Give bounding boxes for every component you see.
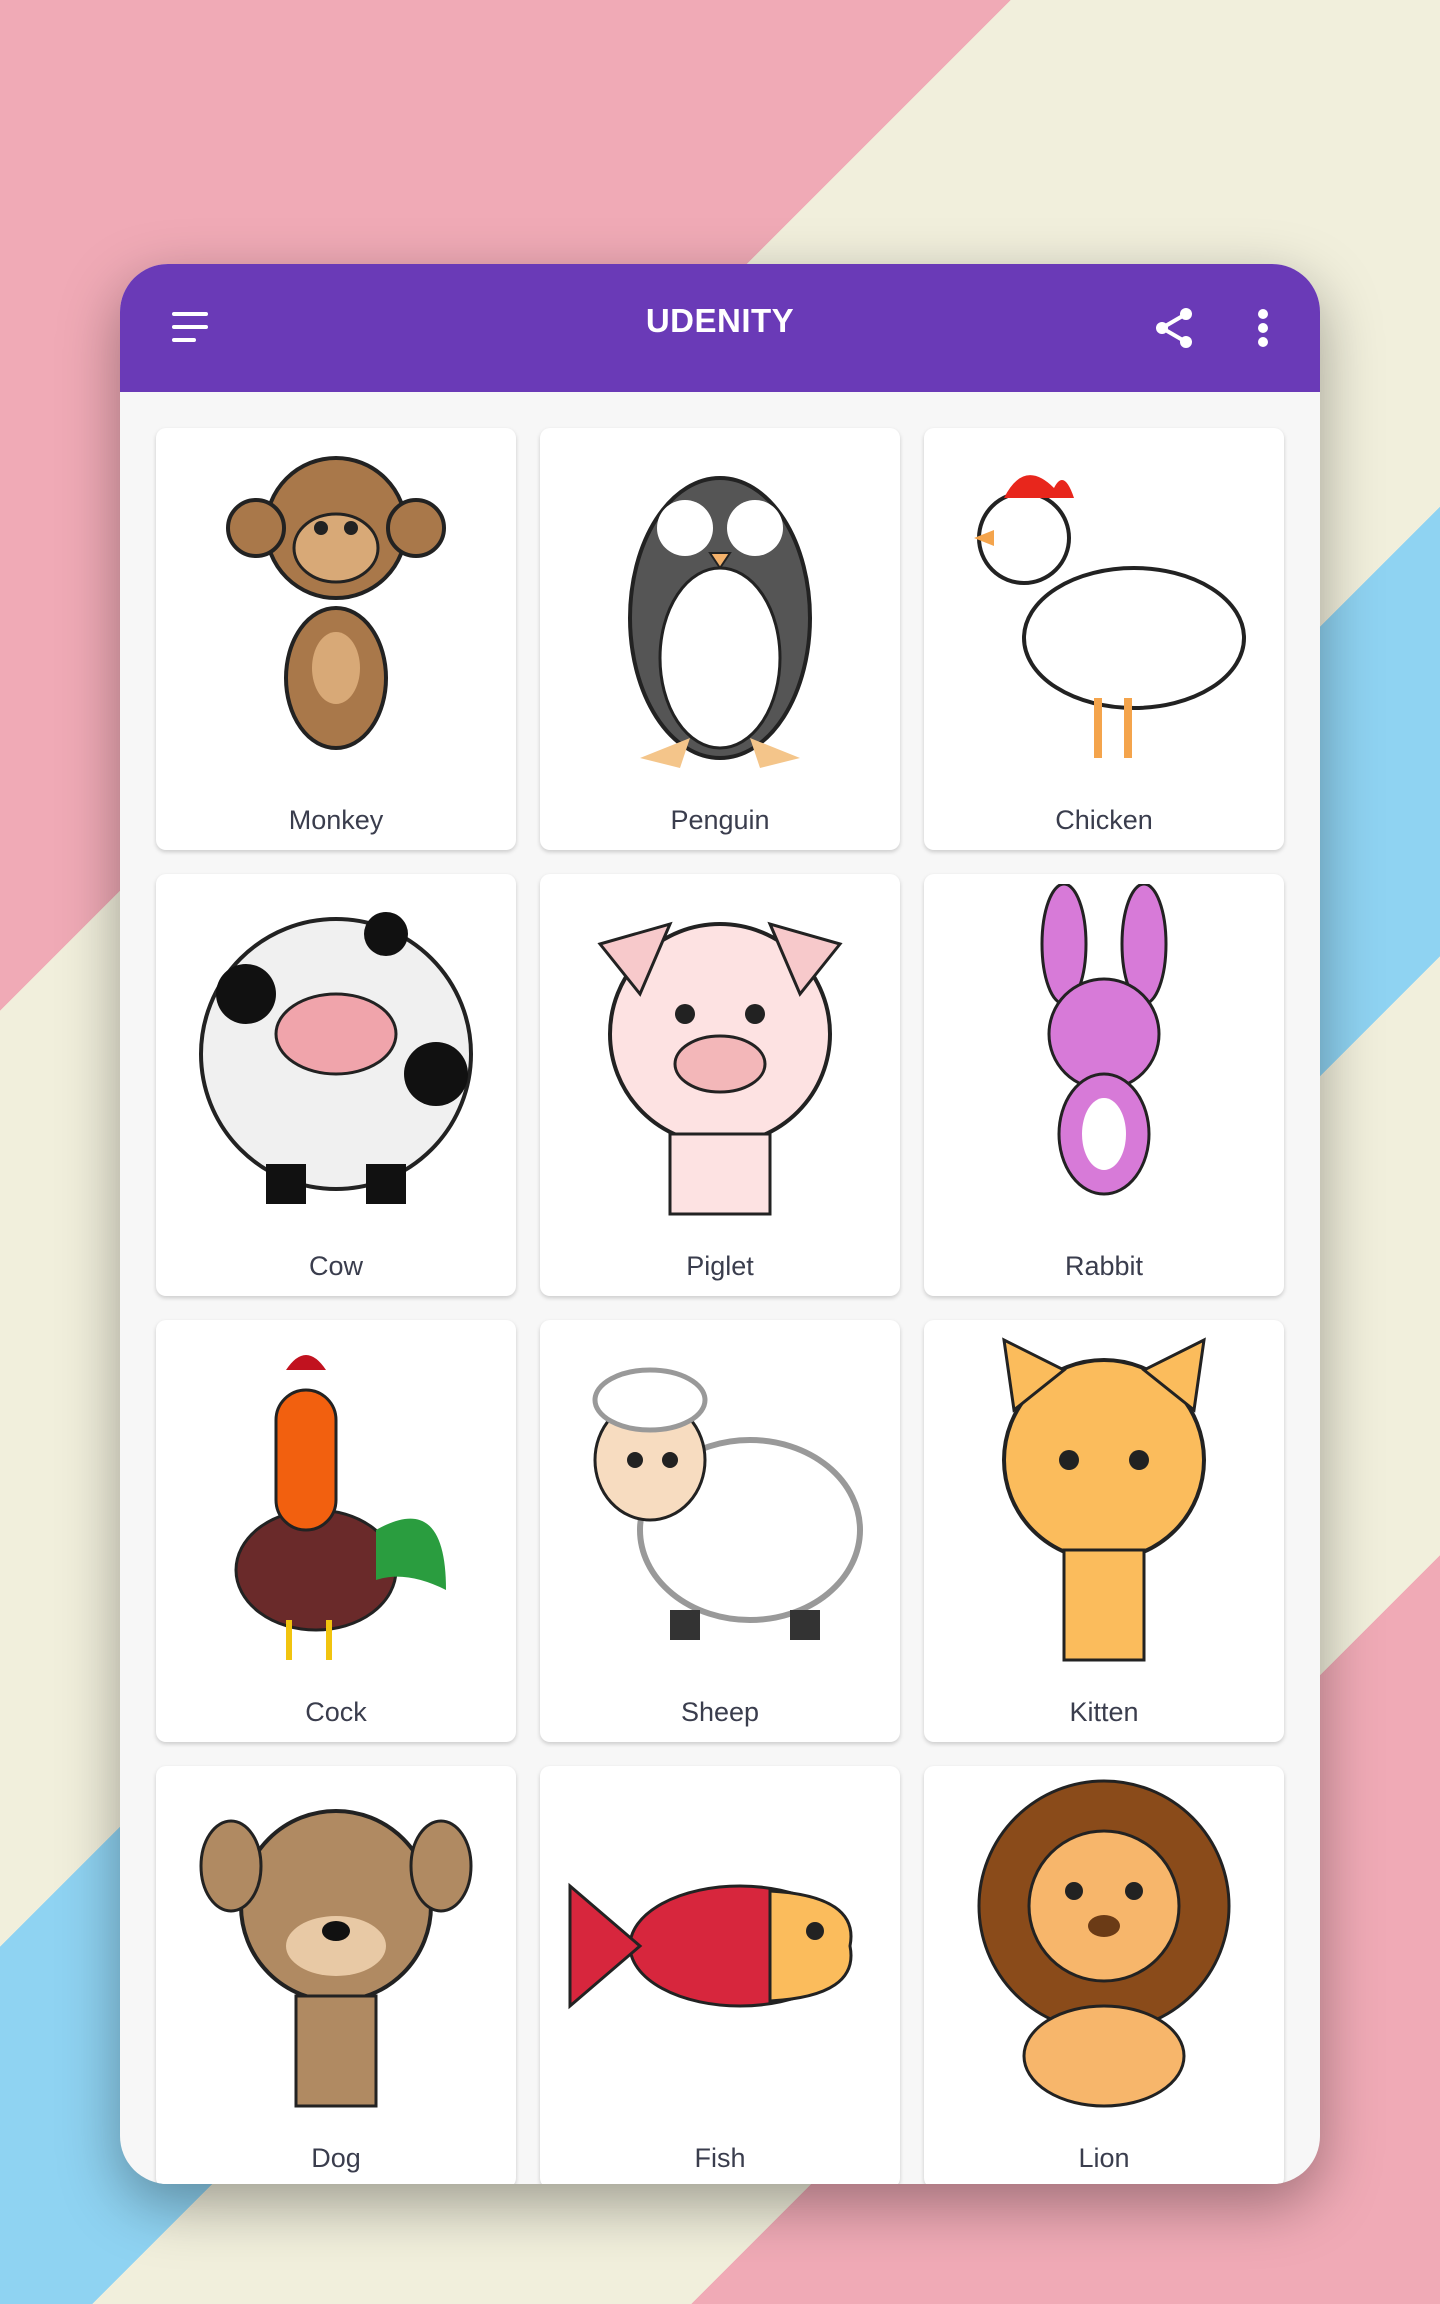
fish-illustration-icon: [568, 1882, 853, 2010]
piglet-illustration-icon: [597, 921, 843, 1216]
dog-illustration-icon: [199, 1809, 473, 2108]
kitten-illustration-icon: [1002, 1337, 1206, 1662]
animal-label: Rabbit: [1064, 1251, 1144, 1281]
animal-label: Monkey: [288, 805, 384, 835]
monkey-illustration-icon: [226, 456, 446, 750]
lion-illustration-icon: [977, 1779, 1231, 2108]
animal-card-piglet[interactable]: Piglet: [540, 874, 900, 1296]
animal-card-sheep[interactable]: Sheep: [540, 1320, 900, 1742]
animal-card-fish[interactable]: Fish: [540, 1766, 900, 2184]
app-title: UDENITY: [645, 302, 795, 339]
animal-label: Kitten: [1069, 1697, 1139, 1727]
cock-illustration-icon: [234, 1355, 446, 1660]
animal-card-dog[interactable]: Dog: [156, 1766, 516, 2184]
chicken-illustration-icon: [974, 475, 1246, 758]
share-button[interactable]: [1150, 304, 1198, 352]
animal-label: Sheep: [680, 1697, 760, 1727]
animal-card-cow[interactable]: Cow: [156, 874, 516, 1296]
animal-card-rabbit[interactable]: Rabbit: [924, 874, 1284, 1296]
rabbit-illustration-icon: [1040, 884, 1168, 1196]
animal-label: Penguin: [670, 805, 770, 835]
animal-card-monkey[interactable]: Monkey: [156, 428, 516, 850]
animal-label: Dog: [311, 2143, 361, 2173]
share-icon: [1156, 308, 1192, 348]
animal-label: Cow: [308, 1251, 363, 1281]
more-options-button[interactable]: [1248, 304, 1278, 352]
animal-card-chicken[interactable]: Chicken: [924, 428, 1284, 850]
animal-label: Lion: [1078, 2143, 1130, 2173]
sheep-illustration-icon: [592, 1367, 863, 1640]
animal-card-penguin[interactable]: Penguin: [540, 428, 900, 850]
app-window: UDENITY Monkey Penguin Chicken Cow Piglet Rab…: [120, 264, 1320, 2184]
animal-card-kitten[interactable]: Kitten: [924, 1320, 1284, 1742]
app-toolbar: UDENITY: [120, 264, 1320, 392]
animal-label: Fish: [694, 2143, 746, 2173]
animal-card-lion[interactable]: Lion: [924, 1766, 1284, 2184]
animal-label: Piglet: [686, 1251, 754, 1281]
penguin-illustration-icon: [628, 476, 812, 768]
animal-label: Chicken: [1055, 805, 1153, 835]
cow-illustration-icon: [199, 912, 473, 1204]
animal-label: Cock: [305, 1697, 367, 1727]
animal-grid: Monkey Penguin Chicken Cow Piglet Rabbit Cock S…: [156, 428, 1284, 2184]
animal-card-cock[interactable]: Cock: [156, 1320, 516, 1742]
more-vert-icon: [1258, 309, 1268, 347]
